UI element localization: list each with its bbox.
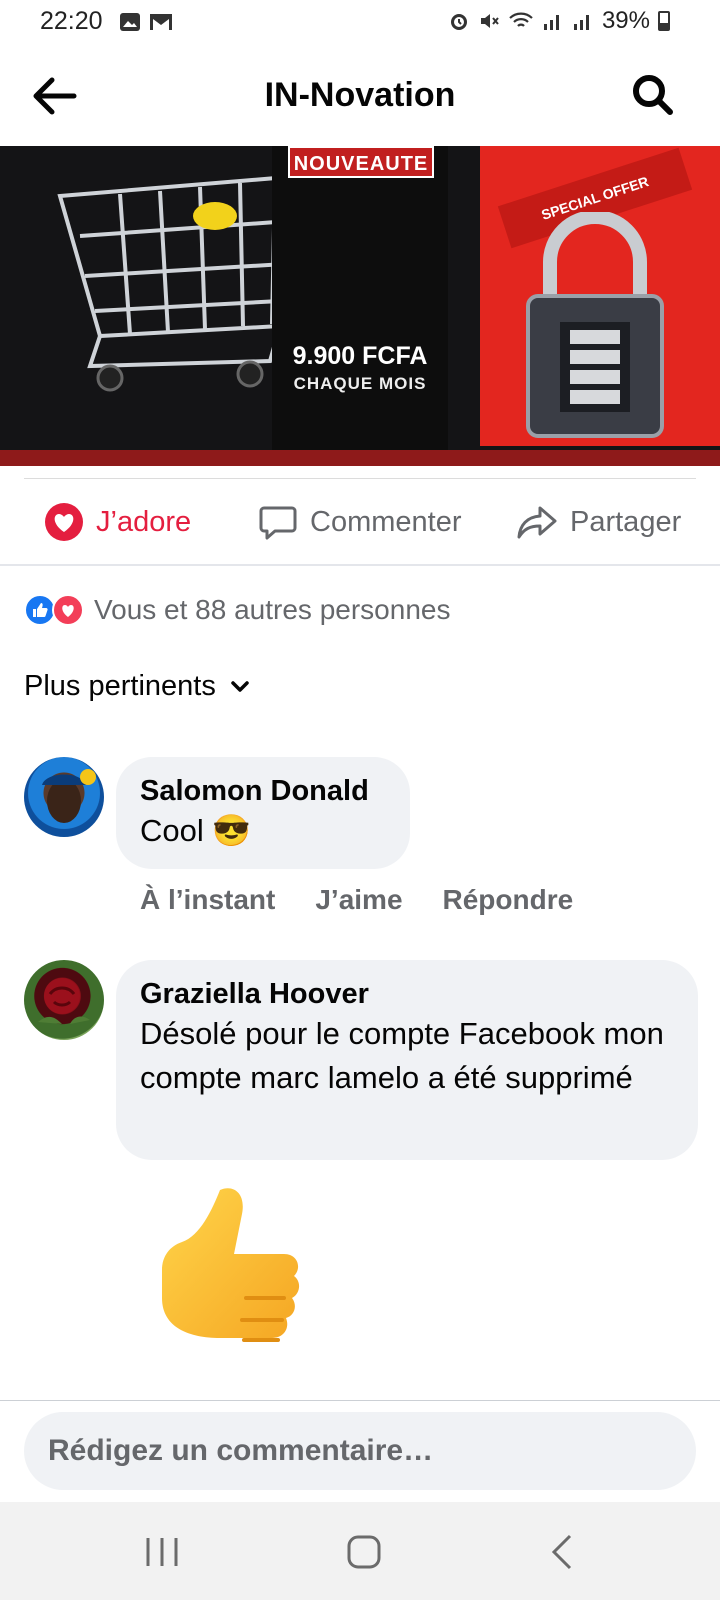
comment-like-button[interactable]: J’aime (315, 884, 402, 916)
post-image[interactable]: NOUVEAUTE 9.900 FCFA CHAQUE MOIS SPECIAL… (0, 146, 720, 466)
share-icon (517, 506, 557, 539)
banner-period: CHAQUE MOIS (293, 374, 427, 393)
banner-box (272, 146, 448, 466)
reactions-summary[interactable]: Vous et 88 autres personnes (24, 592, 450, 628)
share-label: Partager (570, 505, 682, 538)
thumbs-up-sticker (162, 1188, 300, 1342)
system-nav-bar (0, 1502, 720, 1600)
padlock-image (526, 212, 664, 438)
status-time: 22:20 (40, 7, 103, 35)
image-icon (120, 13, 140, 31)
comment-label: Commenter (310, 505, 462, 538)
love-reaction-icon (52, 594, 84, 626)
divider (24, 478, 696, 479)
love-reaction-icon (45, 503, 83, 541)
comment-text: Désolé pour le compte Facebook mon compt… (140, 1016, 664, 1095)
recents-icon (146, 1538, 178, 1566)
back-icon (551, 1534, 572, 1570)
recents-button[interactable] (132, 1532, 192, 1572)
status-left-icons (118, 10, 174, 34)
comment-icon (259, 506, 297, 540)
wifi-icon (509, 12, 533, 27)
banner-badge: NOUVEAUTE (288, 146, 434, 178)
avatar[interactable] (24, 960, 104, 1040)
battery-icon (658, 11, 670, 31)
system-back-button[interactable] (534, 1532, 594, 1572)
share-button[interactable]: Partager (516, 494, 681, 550)
divider (0, 1400, 720, 1401)
status-bar: 22:20 39% (0, 0, 720, 46)
comment-bubble: Graziella Hoover Désolé pour le compte F… (116, 960, 698, 1160)
comment-author[interactable]: Graziella Hoover (140, 976, 674, 1012)
comment-composer[interactable] (24, 1412, 696, 1490)
banner-price: 9.900 FCFA (292, 342, 428, 370)
comment-author[interactable]: Salomon Donald (140, 773, 386, 809)
post-action-bar: J’adore Commenter Partager (0, 480, 720, 564)
divider (0, 564, 720, 566)
sort-label: Plus pertinents (24, 670, 216, 702)
comment-sort-dropdown[interactable]: Plus pertinents (24, 670, 250, 703)
signal-icon (543, 15, 559, 30)
comment-input[interactable] (48, 1412, 668, 1490)
comment-reply-button[interactable]: Répondre (443, 884, 574, 916)
battery-percentage: 39% (601, 7, 650, 34)
comment-bubble: Salomon Donald Cool 😎 (116, 757, 410, 869)
shopping-cart-image (57, 173, 303, 392)
comment-meta: À l’instant J’aime Répondre (140, 884, 573, 916)
search-button[interactable] (630, 72, 676, 118)
banner-bottom-strip (0, 450, 720, 466)
comment-button[interactable]: Commenter (258, 494, 462, 550)
comment-time: À l’instant (140, 884, 276, 915)
home-icon (347, 1535, 381, 1569)
love-button[interactable]: J’adore (44, 494, 191, 550)
gmail-icon (150, 14, 172, 30)
search-icon (633, 75, 673, 115)
mute-icon (480, 14, 499, 28)
status-right-icons: 39% (448, 7, 670, 35)
comment-text: Cool 😎 (140, 813, 251, 848)
love-label: J’adore (96, 505, 192, 538)
reactions-text: Vous et 88 autres personnes (94, 594, 451, 625)
signal-icon (573, 15, 589, 30)
page-title: IN-Novation (264, 76, 456, 114)
chevron-down-icon (231, 680, 249, 692)
alarm-icon (450, 14, 467, 30)
avatar[interactable] (24, 757, 104, 837)
home-button[interactable] (334, 1532, 394, 1572)
app-header: IN-Novation (0, 46, 720, 146)
